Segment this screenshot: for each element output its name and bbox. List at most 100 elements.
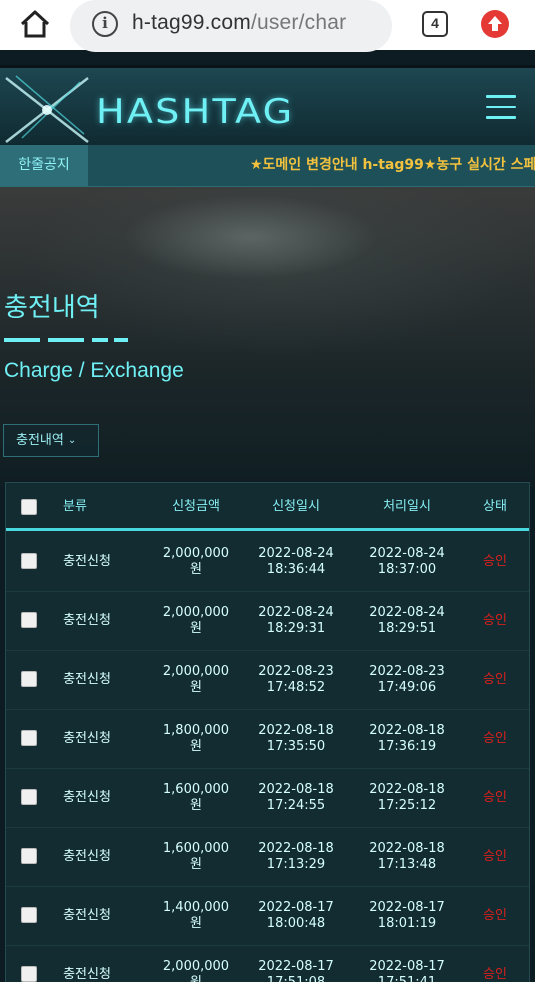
header-request-time: 신청일시 (272, 499, 320, 514)
cell-amount: 2,000,000원 (154, 546, 238, 578)
process-date: 2022-08-24 (369, 605, 445, 620)
cell-request-time: 2022-08-23 17:48:52 (246, 664, 346, 696)
select-value: 충전내역 (16, 433, 64, 448)
cell-type: 충전신청 (63, 790, 111, 805)
amount-unit: 원 (190, 739, 202, 754)
home-icon[interactable] (18, 8, 52, 40)
amount-value: 1,800,000 (162, 723, 230, 738)
cell-type: 충전신청 (63, 672, 111, 687)
row-checkbox[interactable] (21, 553, 37, 569)
cell-type: 충전신청 (63, 908, 111, 923)
row-checkbox[interactable] (21, 966, 37, 982)
status-badge: 승인 (483, 672, 507, 687)
amount-value: 2,000,000 (162, 959, 230, 974)
cell-amount: 1,600,000 원 (154, 841, 238, 873)
table-row: 충전신청 1,600,000 원 2022-08-18 17:13:29 2022-08-… (6, 828, 529, 887)
cell-process-time: 2022-08-18 17:13:48 (358, 841, 456, 873)
request-date: 2022-08-24 (258, 605, 334, 620)
cell-amount: 2,000,000원 (154, 959, 238, 982)
header-status: 상태 (483, 499, 507, 514)
request-time: 17:24:55 (266, 798, 326, 813)
menu-icon[interactable] (486, 95, 516, 119)
browser-toolbar: i h-tag99.com/user/char 4 (0, 0, 535, 52)
cell-amount: 1,600,000 원 (154, 782, 238, 814)
row-checkbox[interactable] (21, 612, 37, 628)
tab-switcher-icon[interactable]: 4 (422, 11, 448, 37)
table-row: 충전신청 1,400,000 원 2022-08-17 18:00:48 2022-08-… (6, 887, 529, 946)
row-checkbox[interactable] (21, 907, 37, 923)
process-date: 2022-08-17 (369, 959, 445, 974)
process-time: 17:49:06 (377, 680, 437, 695)
cell-request-time: 2022-08-18 17:13:29 (246, 841, 346, 873)
url-text[interactable]: h-tag99.com/user/char (132, 11, 346, 35)
table-row: 충전신청 2,000,000 원 2022-08-23 17:48:52 2022-08-… (6, 651, 529, 710)
status-badge: 승인 (483, 790, 507, 805)
process-date: 2022-08-17 (369, 900, 445, 915)
cell-process-time: 2022-08-24 18:29:51 (358, 605, 456, 637)
cell-request-time: 2022-08-24 18:36:44 (246, 546, 346, 578)
cell-type: 충전신청 (63, 554, 111, 569)
status-badge: 승인 (483, 849, 507, 864)
request-date: 2022-08-17 (258, 900, 334, 915)
page-title: 충전내역 (4, 293, 100, 323)
header-type: 분류 (63, 499, 87, 514)
status-badge: 승인 (483, 908, 507, 923)
logo-icon[interactable] (2, 72, 92, 146)
update-icon[interactable] (481, 10, 509, 38)
row-checkbox[interactable] (21, 848, 37, 864)
cell-request-time: 2022-08-18 17:35:50 (246, 723, 346, 755)
status-badge: 승인 (483, 613, 507, 628)
cell-amount: 1,400,000 원 (154, 900, 238, 932)
cell-amount: 1,800,000 원 (154, 723, 238, 755)
row-checkbox[interactable] (21, 789, 37, 805)
cell-amount: 2,000,000원 (154, 605, 238, 637)
amount-unit: 원 (190, 857, 202, 872)
process-date: 2022-08-24 (369, 546, 445, 561)
amount-unit: 원 (154, 975, 238, 982)
cell-request-time: 2022-08-18 17:24:55 (246, 782, 346, 814)
logo-text[interactable]: HASHTAG (96, 92, 294, 132)
process-date: 2022-08-18 (369, 723, 445, 738)
amount-unit: 원 (190, 798, 202, 813)
request-time: 18:29:31 (266, 621, 326, 636)
cell-request-time: 2022-08-24 18:29:31 (246, 605, 346, 637)
cell-process-time: 2022-08-18 17:36:19 (358, 723, 456, 755)
info-icon[interactable]: i (92, 11, 118, 37)
process-time: 18:29:51 (377, 621, 437, 636)
request-time: 17:48:52 (266, 680, 326, 695)
notice-marquee: ★도메인 변경안내 h-tag99★농구 실시간 스페 (250, 157, 535, 173)
process-date: 2022-08-18 (369, 782, 445, 797)
request-date: 2022-08-24 (258, 546, 334, 561)
title-underline (4, 338, 128, 342)
process-time: 17:36:19 (377, 739, 437, 754)
history-table: 분류 신청금액 신청일시 처리일시 상태 충전신청 2,000,000 원 2022-… (5, 482, 530, 982)
amount-value: 1,400,000 (162, 900, 230, 915)
table-header: 분류 신청금액 신청일시 처리일시 상태 (6, 483, 529, 531)
amount-value: 1,600,000 (162, 782, 230, 797)
select-all-checkbox[interactable] (21, 499, 37, 515)
cell-process-time: 2022-08-18 17:25:12 (358, 782, 456, 814)
request-date: 2022-08-17 (258, 959, 334, 974)
site-header: HASHTAG (0, 65, 535, 145)
request-date: 2022-08-18 (258, 841, 334, 856)
request-time: 17:13:29 (266, 857, 326, 872)
history-type-select[interactable]: 충전내역 ⌄ (3, 424, 99, 457)
amount-unit: 원 (190, 916, 202, 931)
row-checkbox[interactable] (21, 671, 37, 687)
table-row: 충전신청 2,000,000 원 2022-08-24 18:36:44 2022-08-… (6, 533, 529, 592)
process-time: 17:25:12 (377, 798, 437, 813)
cell-type: 충전신청 (63, 613, 111, 628)
cell-process-time: 2022-08-23 17:49:06 (358, 664, 456, 696)
request-time: 17:35:50 (266, 739, 326, 754)
request-time: 18:00:48 (266, 916, 326, 931)
address-bar[interactable]: i h-tag99.com/user/char (70, 0, 392, 52)
request-date: 2022-08-18 (258, 782, 334, 797)
process-time: 18:01:19 (377, 916, 437, 931)
row-checkbox[interactable] (21, 730, 37, 746)
amount-unit: 원 (190, 680, 202, 695)
notice-label: 한줄공지 (0, 145, 88, 186)
notice-bar: 한줄공지 ★도메인 변경안내 h-tag99★농구 실시간 스페 (0, 145, 535, 187)
table-row: 충전신청 2,000,000 원 2022-08-24 18:29:31 2022-08-… (6, 592, 529, 651)
cell-process-time: 2022-08-1717:51:41 (358, 959, 456, 982)
header-amount: 신청금액 (172, 499, 220, 514)
